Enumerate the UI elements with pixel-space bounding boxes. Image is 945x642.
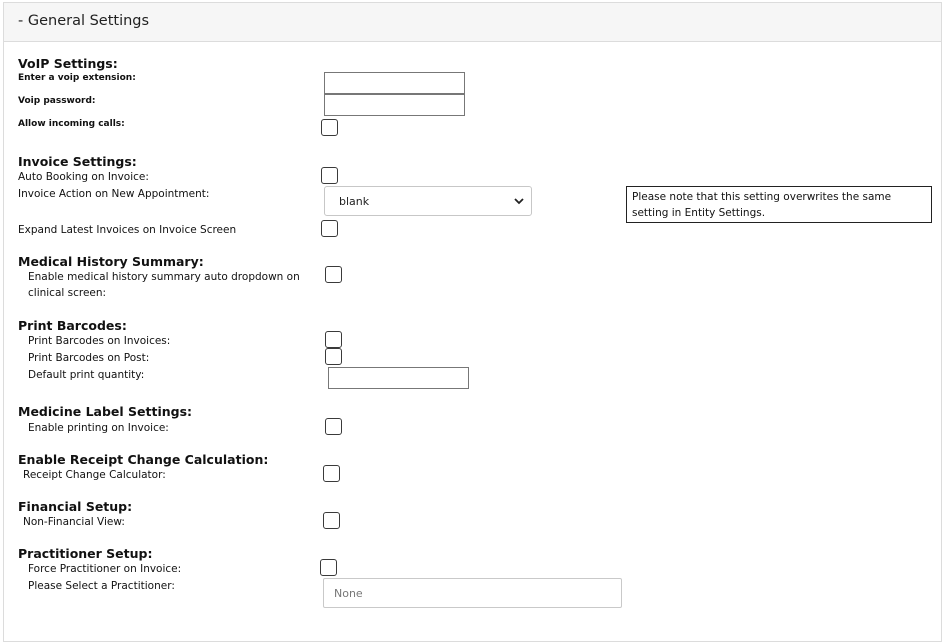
force-practitioner-checkbox[interactable] [320,559,337,576]
panel-title[interactable]: - General Settings [18,13,149,29]
allow-incoming-calls-label: Allow incoming calls: [18,119,125,129]
voip-password-label: Voip password: [18,96,96,106]
invoice-action-select[interactable]: blank [324,186,532,216]
financial-setup-heading: Financial Setup: [18,499,133,514]
medical-history-heading: Medical History Summary: [18,254,204,269]
print-barcodes-post-checkbox[interactable] [325,348,342,365]
print-barcodes-heading: Print Barcodes: [18,318,127,333]
voip-extension-input[interactable] [324,72,465,94]
practitioner-setup-heading: Practitioner Setup: [18,546,153,561]
expand-latest-invoices-checkbox[interactable] [321,220,338,237]
default-print-quantity-input[interactable] [328,367,469,389]
enable-printing-invoice-label: Enable printing on Invoice: [28,422,169,434]
non-financial-view-checkbox[interactable] [323,512,340,529]
non-financial-view-label: Non-Financial View: [23,516,125,528]
panel-header[interactable]: - General Settings [4,3,941,42]
invoice-action-label: Invoice Action on New Appointment: [18,188,210,200]
receipt-change-calculator-label: Receipt Change Calculator: [23,469,166,481]
receipt-change-calculator-checkbox[interactable] [323,465,340,482]
voip-password-input[interactable] [324,94,465,116]
force-practitioner-label: Force Practitioner on Invoice: [28,563,182,575]
expand-latest-invoices-label: Expand Latest Invoices on Invoice Screen [18,224,237,236]
invoice-settings-heading: Invoice Settings: [18,154,137,169]
invoice-action-selected-value: blank [339,195,370,208]
select-practitioner-label: Please Select a Practitioner: [28,580,175,592]
voip-extension-label: Enter a voip extension: [18,73,136,83]
medicine-label-settings-heading: Medicine Label Settings: [18,404,193,419]
select-practitioner-input[interactable] [323,578,622,608]
allow-incoming-calls-checkbox[interactable] [321,119,338,136]
print-barcodes-invoices-checkbox[interactable] [325,331,342,348]
receipt-change-heading: Enable Receipt Change Calculation: [18,452,269,467]
invoice-action-note: Please note that this setting overwrites… [626,186,932,223]
chevron-down-icon [514,198,524,205]
auto-booking-label: Auto Booking on Invoice: [18,171,149,183]
voip-settings-heading: VoIP Settings: [18,56,118,71]
print-barcodes-post-label: Print Barcodes on Post: [28,352,150,364]
default-print-quantity-label: Default print quantity: [28,369,145,381]
medical-history-auto-dropdown-label: Enable medical history summary auto drop… [28,271,300,299]
enable-printing-invoice-checkbox[interactable] [325,418,342,435]
medical-history-auto-dropdown-checkbox[interactable] [325,266,342,283]
auto-booking-checkbox[interactable] [321,167,338,184]
print-barcodes-invoices-label: Print Barcodes on Invoices: [28,335,171,347]
